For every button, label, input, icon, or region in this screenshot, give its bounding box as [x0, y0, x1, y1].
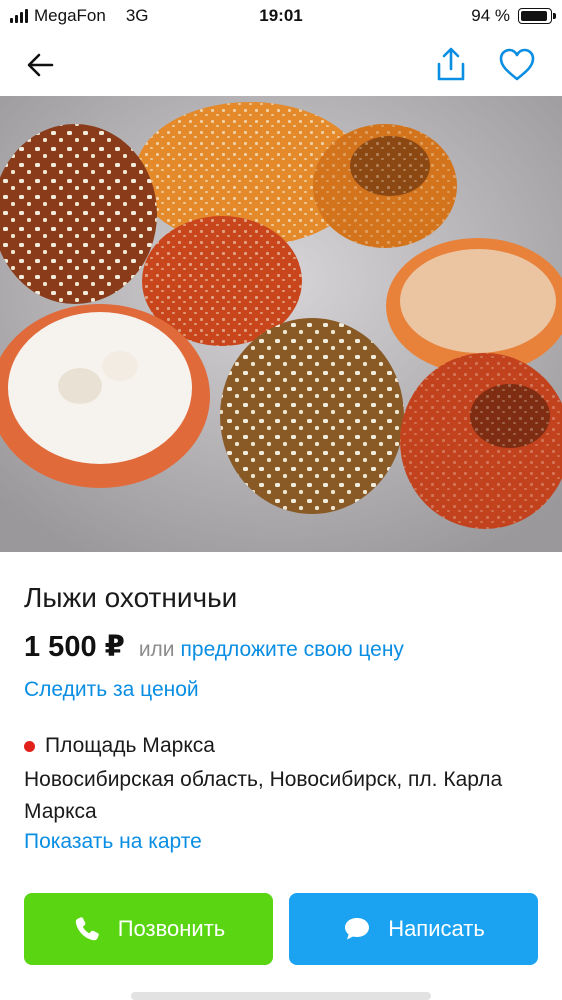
show-on-map-link[interactable]: Показать на карте [24, 830, 202, 854]
metro-station: Площадь Маркса [24, 734, 215, 758]
bottom-scroll-hint [0, 986, 562, 1000]
chat-bubble-icon [345, 918, 370, 940]
heart-outline-icon [499, 48, 535, 81]
share-upload-icon [437, 47, 465, 81]
battery-icon [518, 8, 556, 24]
metro-line-icon [24, 740, 35, 752]
arrow-left-icon [27, 53, 54, 77]
favorite-button[interactable] [497, 46, 537, 84]
battery-fill [521, 11, 548, 21]
offer-price-link[interactable]: предложите свою цену [181, 638, 404, 662]
share-button[interactable] [432, 46, 470, 84]
listing-address: Новосибирская область, Новосибирск, пл. … [24, 768, 503, 823]
nav-bar [0, 40, 562, 90]
price-or-text: или [138, 638, 175, 661]
status-right: 94 % [471, 6, 556, 26]
follow-price-link[interactable]: Следить за ценой [24, 678, 199, 702]
call-button-label: Позвонить [117, 916, 226, 941]
listing-photo[interactable] [0, 96, 562, 552]
battery-percent: 94 % [471, 6, 510, 25]
metro-station-name: Площадь Маркса [45, 734, 215, 757]
write-button[interactable]: Написать [289, 893, 538, 965]
write-button-label: Написать [388, 916, 485, 941]
phone-icon [75, 917, 99, 941]
back-button[interactable] [24, 48, 58, 82]
listing-title: Лыжи охотничьи [24, 582, 238, 613]
listing-price: 1 500 ₽ [24, 631, 125, 663]
price-row: 1 500 ₽ или предложите свою цену [24, 629, 404, 664]
status-bar: MegaFon 3G 19:01 94 % [0, 0, 562, 34]
call-button[interactable]: Позвонить [24, 893, 273, 965]
